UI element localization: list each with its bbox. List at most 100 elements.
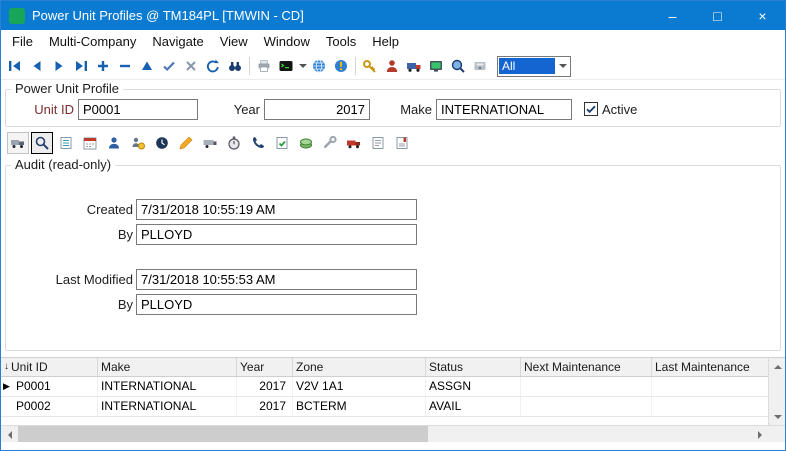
tab-trailer[interactable] <box>199 132 221 154</box>
tab-search[interactable] <box>31 132 53 154</box>
make-field[interactable] <box>436 99 572 120</box>
tab-license[interactable] <box>175 132 197 154</box>
filter-combobox-dropdown[interactable] <box>555 57 570 76</box>
tab-timer[interactable] <box>223 132 245 154</box>
close-button[interactable]: × <box>740 1 785 30</box>
scroll-up-button[interactable] <box>769 358 786 375</box>
horizontal-scrollbar-thumb[interactable] <box>18 426 428 442</box>
horizontal-scrollbar[interactable] <box>1 426 768 442</box>
table-row[interactable]: P0002 INTERNATIONAL 2017 BCTERM AVAIL <box>1 397 768 417</box>
tab-calendar[interactable] <box>79 132 101 154</box>
delete-record-button[interactable] <box>114 55 136 77</box>
menu-view[interactable]: View <box>212 32 256 51</box>
cell-make: INTERNATIONAL <box>98 377 237 396</box>
binoculars-icon <box>227 58 243 74</box>
grid-header-row: ↓Unit ID Make Year Zone Status Next Main… <box>1 358 768 377</box>
info-button[interactable] <box>330 55 352 77</box>
next-record-icon <box>51 58 67 74</box>
column-header-zone[interactable]: Zone <box>293 358 426 376</box>
minimize-button[interactable]: – <box>650 1 695 30</box>
print-button[interactable] <box>253 55 275 77</box>
refresh-button[interactable] <box>202 55 224 77</box>
monitor-button[interactable] <box>425 55 447 77</box>
search-globe-button[interactable] <box>447 55 469 77</box>
vertical-scrollbar[interactable] <box>768 358 785 425</box>
tab-phone[interactable] <box>247 132 269 154</box>
toolbar-separator <box>249 57 250 75</box>
modified-by-field[interactable] <box>136 294 417 315</box>
column-header-make[interactable]: Make <box>98 358 237 376</box>
created-field[interactable] <box>136 199 417 220</box>
tab-payroll[interactable] <box>127 132 149 154</box>
year-field[interactable] <box>264 99 370 120</box>
horizontal-scrollbar-track[interactable] <box>428 426 751 442</box>
arrow-right-icon <box>758 431 766 439</box>
menu-navigate[interactable]: Navigate <box>144 32 211 51</box>
clock-icon <box>154 135 170 151</box>
modified-by-row: By <box>6 294 780 315</box>
terminal-button[interactable] <box>275 55 297 77</box>
scroll-left-button[interactable] <box>1 426 18 443</box>
truck-button[interactable] <box>403 55 425 77</box>
created-by-field[interactable] <box>136 224 417 245</box>
plus-icon <box>95 58 111 74</box>
last-modified-field[interactable] <box>136 269 417 290</box>
cell-text: P0001 <box>16 377 51 396</box>
tab-safety[interactable] <box>343 132 365 154</box>
tab-inspection[interactable] <box>271 132 293 154</box>
tab-documents[interactable] <box>391 132 413 154</box>
find-button[interactable] <box>224 55 246 77</box>
tab-notes[interactable] <box>367 132 389 154</box>
column-header-last-maintenance[interactable]: Last Maintenance <box>652 358 768 376</box>
sort-ascending-button[interactable] <box>136 55 158 77</box>
audit-group: Audit (read-only) Created By Last Modifi… <box>5 165 781 351</box>
tab-unit[interactable] <box>7 132 29 154</box>
menu-multi-company[interactable]: Multi-Company <box>41 32 144 51</box>
scroll-down-button[interactable] <box>769 408 786 425</box>
last-record-button[interactable] <box>70 55 92 77</box>
filter-combobox[interactable]: All <box>497 56 571 77</box>
tab-expense[interactable] <box>295 132 317 154</box>
client-area: Power Unit Profile Unit ID Year Make Act… <box>1 80 785 450</box>
column-header-next-maintenance[interactable]: Next Maintenance <box>521 358 652 376</box>
first-record-button[interactable] <box>4 55 26 77</box>
refresh-icon <box>205 58 221 74</box>
storage-button[interactable] <box>469 55 491 77</box>
column-header-year[interactable]: Year <box>237 358 293 376</box>
cell-status: AVAIL <box>426 397 521 416</box>
terminal-dropdown-button[interactable] <box>297 55 308 77</box>
column-header-label: Unit ID <box>11 358 48 376</box>
notes-icon <box>370 135 386 151</box>
scroll-right-button[interactable] <box>751 426 768 443</box>
key-button[interactable] <box>359 55 381 77</box>
next-record-button[interactable] <box>48 55 70 77</box>
tab-driver[interactable] <box>103 132 125 154</box>
column-header-unit-id[interactable]: ↓Unit ID <box>1 358 98 376</box>
user-button[interactable] <box>381 55 403 77</box>
trailer-icon <box>202 135 218 151</box>
tab-maintenance[interactable] <box>319 132 341 154</box>
triangle-up-icon <box>139 58 155 74</box>
menu-tools[interactable]: Tools <box>318 32 364 51</box>
menu-help[interactable]: Help <box>364 32 407 51</box>
tab-clock[interactable] <box>151 132 173 154</box>
unit-id-field[interactable] <box>78 99 198 120</box>
previous-record-button[interactable] <box>26 55 48 77</box>
cancel-button[interactable] <box>180 55 202 77</box>
column-header-status[interactable]: Status <box>426 358 521 376</box>
apply-button[interactable] <box>158 55 180 77</box>
cell-year: 2017 <box>237 397 293 416</box>
tab-detail[interactable] <box>55 132 77 154</box>
year-label: Year <box>224 102 260 117</box>
magnifier-icon <box>34 135 50 151</box>
arrow-down-icon <box>774 415 782 423</box>
table-row[interactable]: ▶P0001 INTERNATIONAL 2017 V2V 1A1 ASSGN <box>1 377 768 397</box>
current-record-pointer-icon: ▶ <box>3 377 16 396</box>
menu-window[interactable]: Window <box>256 32 318 51</box>
web-button[interactable] <box>308 55 330 77</box>
menu-file[interactable]: File <box>4 32 41 51</box>
maximize-button[interactable]: □ <box>695 1 740 30</box>
chevron-down-icon <box>299 64 307 72</box>
add-record-button[interactable] <box>92 55 114 77</box>
active-checkbox[interactable] <box>584 102 598 116</box>
